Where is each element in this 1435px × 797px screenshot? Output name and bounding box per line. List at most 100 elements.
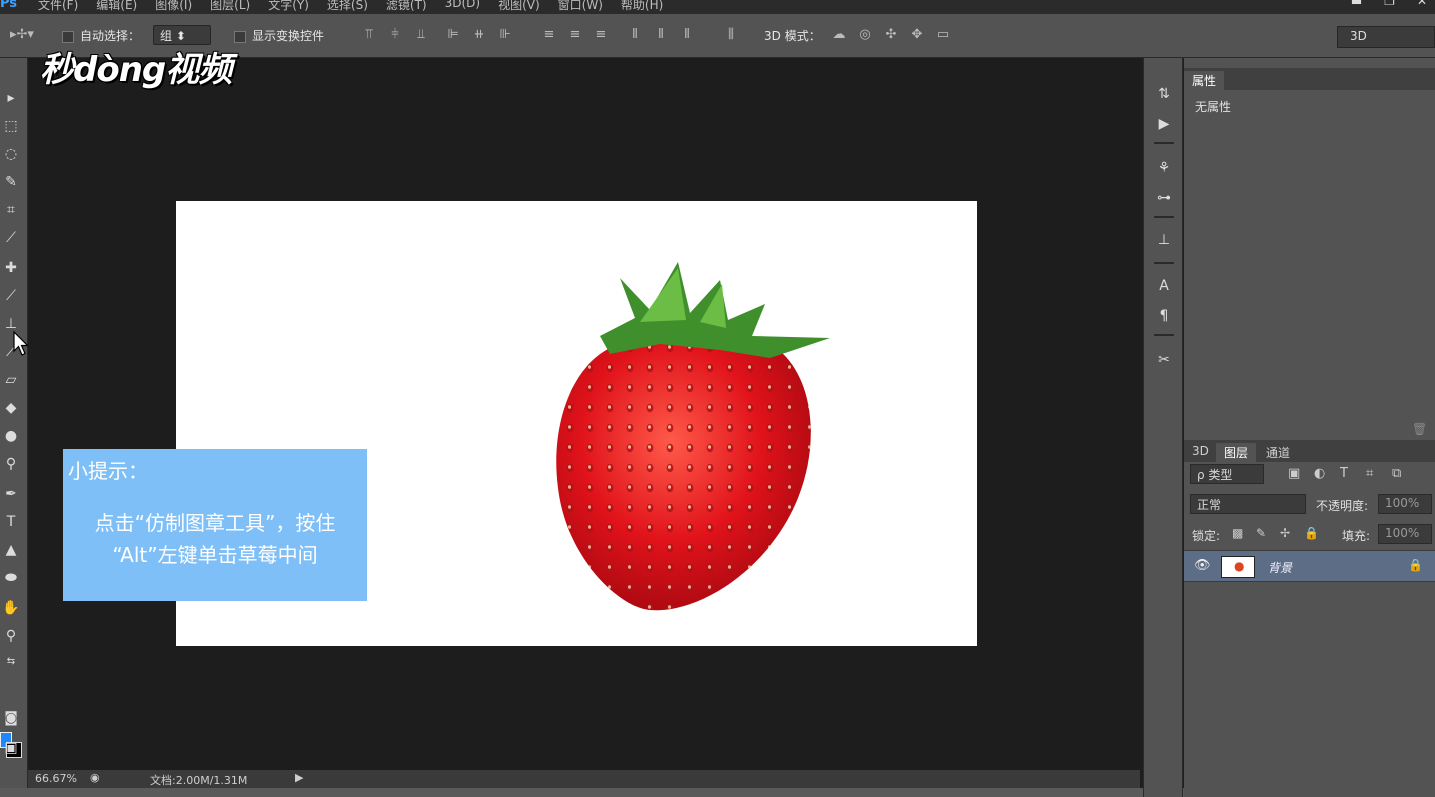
menu-edit[interactable]: 编辑(E) bbox=[96, 0, 137, 13]
align-left-icon[interactable]: ⊫ bbox=[444, 26, 462, 44]
distribute-hcenter-icon[interactable]: ⫴ bbox=[652, 26, 670, 44]
zoom-tool-icon[interactable]: ⚲ bbox=[0, 624, 22, 648]
eye-visibility-icon[interactable]: 👁 bbox=[1194, 558, 1211, 573]
paint-bucket-tool-icon[interactable]: ◆ bbox=[0, 396, 22, 420]
adjustments-panel-icon[interactable]: ⊶ bbox=[1154, 188, 1174, 208]
close-icon[interactable]: ✕ bbox=[1417, 0, 1427, 8]
eyedropper-tool-icon[interactable]: ⟋ bbox=[0, 226, 22, 250]
paragraph-panel-icon[interactable]: ¶ bbox=[1154, 306, 1174, 326]
mode-3d-label: 3D 模式： bbox=[764, 29, 821, 43]
menu-help[interactable]: 帮助(H) bbox=[621, 0, 663, 13]
menu-layer[interactable]: 图层(L) bbox=[210, 0, 250, 13]
lasso-tool-icon[interactable]: ◌ bbox=[0, 142, 22, 166]
lock-all-icon[interactable]: 🔒 bbox=[1304, 526, 1319, 540]
roll-3d-icon[interactable]: ◎ bbox=[856, 26, 874, 44]
status-bar: 66.67% ◉ 文档:2.00M/1.31M ▶ bbox=[28, 770, 1140, 788]
opacity-field[interactable]: 100% bbox=[1378, 494, 1432, 514]
menu-window[interactable]: 窗口(W) bbox=[558, 0, 603, 13]
tools-preset-icon[interactable]: ✂ bbox=[1154, 350, 1174, 370]
layer-filter-dropdown[interactable]: ρ 类型 bbox=[1190, 464, 1264, 484]
screen-mode-icon[interactable]: ▣ bbox=[0, 736, 22, 760]
menu-filter[interactable]: 滤镜(T) bbox=[386, 0, 427, 13]
pen-tool-icon[interactable]: ✒ bbox=[0, 482, 22, 506]
brush-presets-icon[interactable]: ⚘ bbox=[1154, 158, 1174, 178]
menu-view[interactable]: 视图(V) bbox=[498, 0, 540, 13]
properties-empty-text: 无属性 bbox=[1195, 100, 1232, 114]
character-panel-icon[interactable]: A bbox=[1154, 276, 1174, 296]
tip-body: 点击“仿制图章工具”，按住 “Alt”左键单击草莓中间 bbox=[63, 507, 367, 571]
type-tool-icon[interactable]: T bbox=[0, 510, 22, 534]
show-transform-checkbox[interactable]: 显示变换控件 bbox=[234, 27, 324, 44]
shape-tool-icon[interactable]: ⬬ bbox=[0, 566, 22, 590]
align-hcenter-icon[interactable]: ⧺ bbox=[470, 26, 488, 44]
restore-icon[interactable]: ❐ bbox=[1384, 0, 1395, 8]
filter-shape-icon[interactable]: ⌗ bbox=[1366, 466, 1373, 481]
status-menu-arrow-icon[interactable]: ▶ bbox=[295, 771, 303, 784]
menu-image[interactable]: 图像(I) bbox=[155, 0, 192, 13]
align-right-icon[interactable]: ⊪ bbox=[496, 26, 514, 44]
workspace-switcher[interactable]: 3D bbox=[1337, 26, 1435, 48]
filter-type-icon[interactable]: T bbox=[1340, 466, 1348, 481]
quick-mask-icon[interactable]: ◙ bbox=[0, 706, 22, 730]
drag-3d-icon[interactable]: ✣ bbox=[882, 26, 900, 44]
lock-transparent-icon[interactable]: ▩ bbox=[1232, 526, 1243, 540]
auto-align-icon[interactable]: ⫼ bbox=[722, 26, 740, 44]
layer-row-background[interactable]: 👁 ● 背景 🔒 bbox=[1184, 550, 1435, 582]
dodge-tool-icon[interactable]: ⚲ bbox=[0, 452, 22, 476]
tab-properties[interactable]: 属性 bbox=[1184, 71, 1225, 90]
distribute-top-icon[interactable]: ≡ bbox=[540, 26, 558, 44]
tip-box: 小提示： 点击“仿制图章工具”，按住 “Alt”左键单击草莓中间 bbox=[63, 449, 367, 601]
hand-tool-icon[interactable]: ✋ bbox=[0, 596, 22, 620]
menu-file[interactable]: 文件(F) bbox=[38, 0, 78, 13]
fill-field[interactable]: 100% bbox=[1378, 524, 1432, 544]
menu-3d[interactable]: 3D(D) bbox=[445, 0, 480, 13]
watermark-logo: 秒dòng视频 bbox=[40, 50, 232, 90]
marquee-tool-icon[interactable]: ⬚ bbox=[0, 114, 22, 138]
healing-brush-tool-icon[interactable]: ✚ bbox=[0, 256, 22, 280]
swap-colors-icon[interactable]: ⇆ bbox=[0, 650, 22, 674]
rotate-3d-icon[interactable]: ☁ bbox=[830, 26, 848, 44]
filter-smart-object-icon[interactable]: ⧉ bbox=[1392, 466, 1401, 481]
distribute-right-icon[interactable]: ⫴ bbox=[678, 26, 696, 44]
tab-3d[interactable]: 3D bbox=[1184, 443, 1217, 462]
strawberry-image bbox=[556, 262, 830, 611]
path-select-tool-icon[interactable]: ▲ bbox=[0, 538, 22, 562]
distribute-vcenter-icon[interactable]: ≡ bbox=[566, 26, 584, 44]
align-vcenter-icon[interactable]: ⫩ bbox=[386, 26, 404, 44]
blur-tool-icon[interactable]: ● bbox=[0, 424, 22, 448]
align-bottom-icon[interactable]: ⫫ bbox=[412, 26, 430, 44]
clone-source-icon[interactable]: ⊥ bbox=[1154, 230, 1174, 250]
scale-3d-icon[interactable]: ▭ bbox=[934, 26, 952, 44]
menu-type[interactable]: 文字(Y) bbox=[268, 0, 309, 13]
eraser-tool-icon[interactable]: ▱ bbox=[0, 368, 22, 392]
menu-select[interactable]: 选择(S) bbox=[327, 0, 368, 13]
move-tool-icon[interactable]: ▸ bbox=[0, 86, 22, 110]
status-info-icon[interactable]: ◉ bbox=[90, 771, 100, 784]
filter-adjustment-icon[interactable]: ◐ bbox=[1314, 466, 1325, 481]
mouse-cursor-icon bbox=[13, 331, 29, 356]
distribute-bottom-icon[interactable]: ≡ bbox=[592, 26, 610, 44]
actions-panel-icon[interactable]: ▶ bbox=[1154, 114, 1174, 134]
align-top-icon[interactable]: ⫪ bbox=[360, 26, 378, 44]
tab-layers[interactable]: 图层 bbox=[1216, 443, 1257, 462]
lock-position-icon[interactable]: ✢ bbox=[1280, 526, 1290, 540]
menu-bar: Ps 文件(F) 编辑(E) 图像(I) 图层(L) 文字(Y) 选择(S) 滤… bbox=[0, 0, 1435, 14]
lock-pixels-icon[interactable]: ✎ bbox=[1256, 526, 1266, 540]
dock-separator bbox=[1154, 216, 1174, 218]
tab-channels[interactable]: 通道 bbox=[1258, 443, 1298, 462]
tip-line-1: 点击“仿制图章工具”，按住 bbox=[94, 511, 336, 535]
brush-tool-icon[interactable]: ⟋ bbox=[0, 284, 22, 308]
minimize-icon[interactable]: ▬ bbox=[1351, 0, 1362, 8]
crop-tool-icon[interactable]: ⌗ bbox=[0, 198, 22, 222]
blend-mode-dropdown[interactable]: 正常 bbox=[1190, 494, 1306, 514]
zoom-level[interactable]: 66.67% bbox=[35, 772, 77, 785]
quick-select-tool-icon[interactable]: ✎ bbox=[0, 170, 22, 194]
slide-3d-icon[interactable]: ✥ bbox=[908, 26, 926, 44]
move-tool-preset-icon[interactable]: ▸✢▾ bbox=[8, 26, 36, 44]
distribute-left-icon[interactable]: ⫴ bbox=[626, 26, 644, 44]
properties-tabs: 属性 bbox=[1184, 68, 1435, 90]
layer-name[interactable]: 背景 bbox=[1268, 559, 1292, 576]
history-panel-icon[interactable]: ⇅ bbox=[1154, 84, 1174, 104]
trash-icon[interactable]: 🗑 bbox=[1412, 422, 1427, 436]
filter-pixel-icon[interactable]: ▣ bbox=[1288, 466, 1300, 481]
